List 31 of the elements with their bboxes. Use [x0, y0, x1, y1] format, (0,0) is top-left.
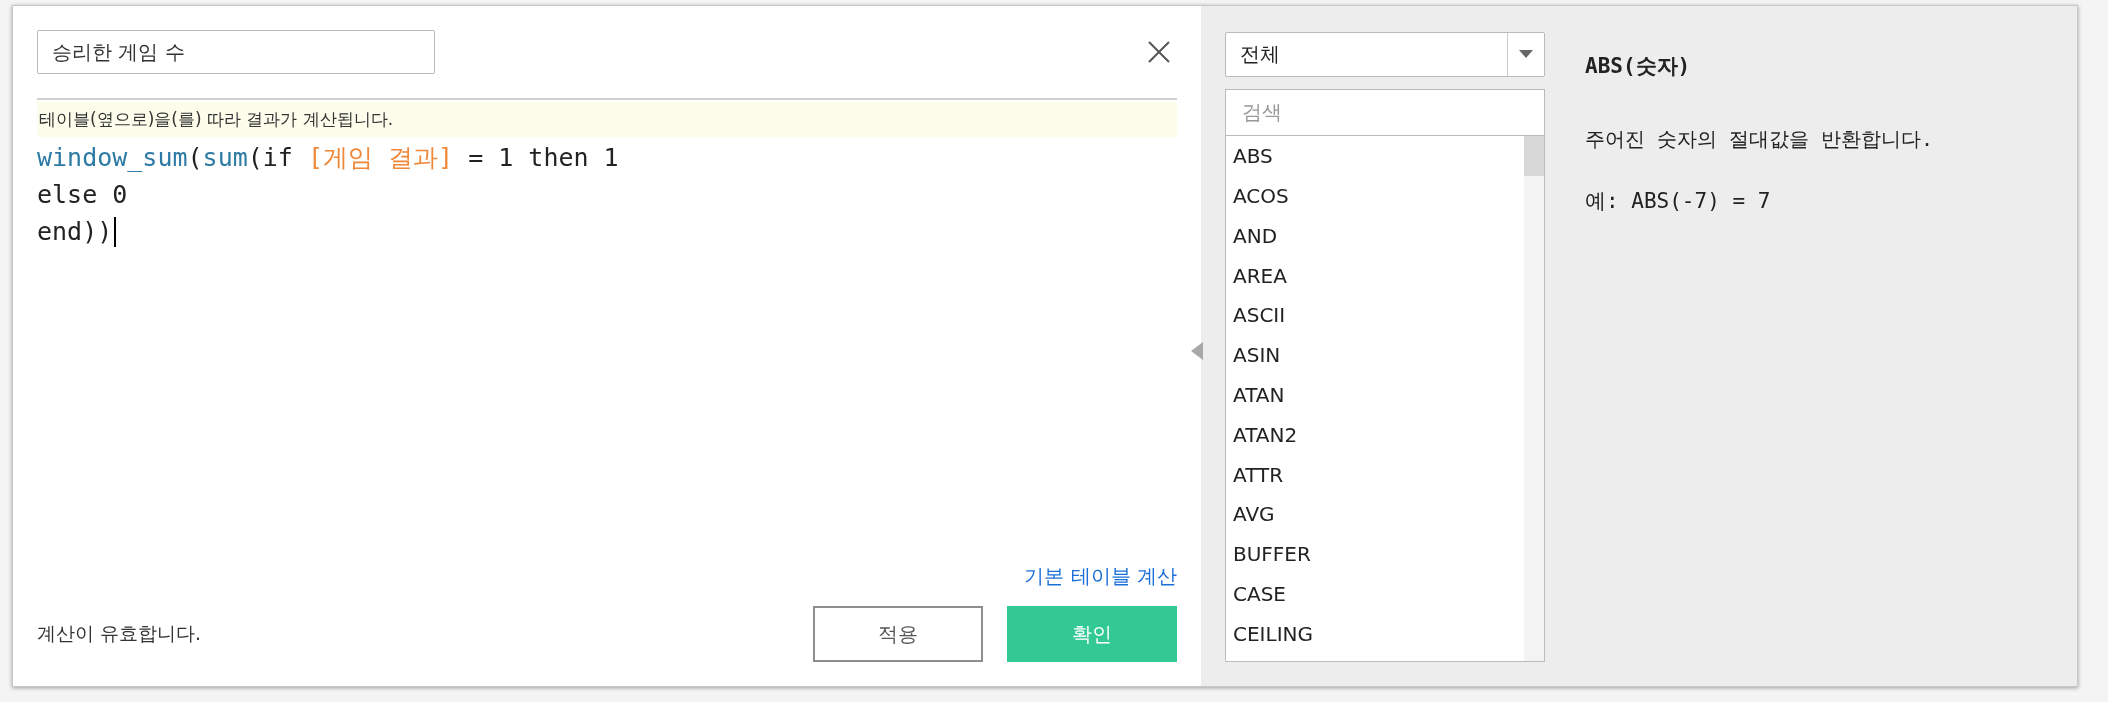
- function-list-item[interactable]: ACOS: [1226, 176, 1506, 216]
- function-list-item[interactable]: CASE: [1226, 574, 1506, 614]
- function-list-item[interactable]: AND: [1226, 215, 1506, 256]
- function-list-item[interactable]: BUFFER: [1226, 534, 1506, 575]
- function-list-item[interactable]: ATTR: [1226, 454, 1506, 495]
- function-list-item[interactable]: CEILING: [1226, 613, 1506, 654]
- collapse-arrow-icon[interactable]: [1191, 342, 1203, 360]
- validation-status: 계산이 유효합니다.: [37, 621, 203, 646]
- code-line: end)): [37, 216, 113, 248]
- function-description: 주어진 숫자의 절대값을 반환합니다.: [1585, 126, 1934, 153]
- function-list-item[interactable]: ASCII: [1226, 295, 1506, 336]
- close-icon[interactable]: [1147, 40, 1171, 64]
- code-line: else 0: [37, 179, 128, 211]
- function-list-item[interactable]: ATAN2: [1226, 414, 1506, 455]
- text-cursor: [114, 216, 117, 247]
- calculation-name-field[interactable]: 승리한 게임 수: [37, 30, 435, 74]
- default-table-calculation-link[interactable]: 기본 테이블 계산: [1024, 563, 1177, 590]
- function-list-item[interactable]: AREA: [1226, 255, 1506, 296]
- function-signature: ABS(숫자): [1585, 53, 1692, 80]
- apply-button[interactable]: 적용: [813, 606, 983, 662]
- code-line: window_sum(sum(if [게임 결과] = 1 then 1: [37, 142, 619, 174]
- search-field[interactable]: 검색: [1225, 88, 1545, 136]
- dropdown-caret-icon: [1519, 50, 1533, 59]
- scrollbar-thumb[interactable]: [1524, 136, 1544, 177]
- function-list-item[interactable]: ABS: [1226, 136, 1506, 177]
- function-list-item[interactable]: ASIN: [1226, 335, 1506, 376]
- function-list-item[interactable]: ATAN: [1226, 375, 1506, 415]
- calculation-hint: 테이블(옆으로)을(를) 따라 결과가 계산됩니다.: [37, 102, 1177, 137]
- category-dropdown[interactable]: 전체: [1225, 32, 1545, 77]
- function-list-item[interactable]: AVG: [1226, 494, 1506, 535]
- function-example: 예: ABS(-7) = 7: [1585, 188, 1772, 215]
